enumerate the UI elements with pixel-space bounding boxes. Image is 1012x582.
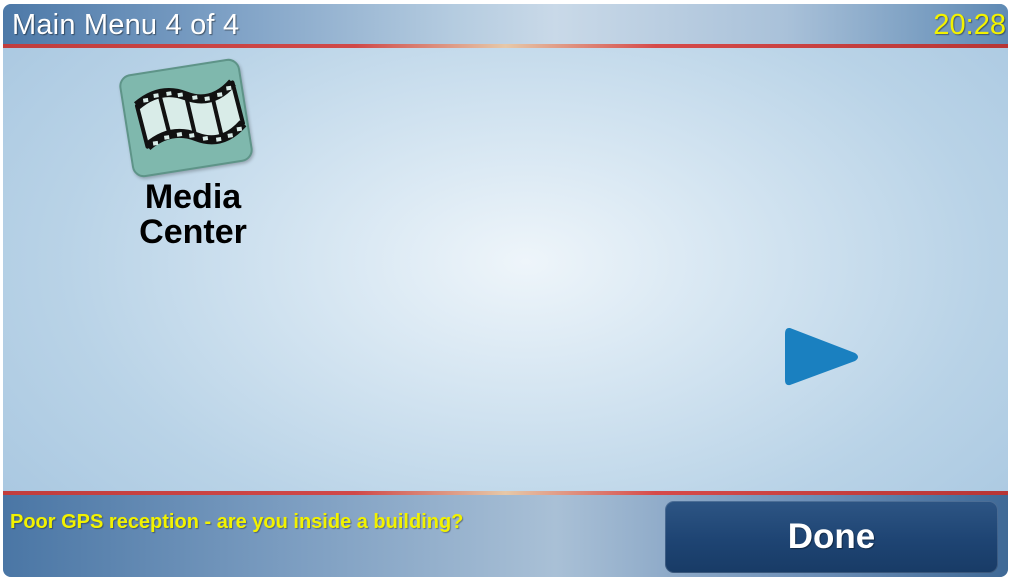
- menu-item-media-center[interactable]: Media Center: [117, 57, 269, 265]
- film-strip-icon: [134, 79, 247, 151]
- done-button[interactable]: Done: [665, 501, 998, 573]
- menu-item-label: Media Center: [139, 178, 247, 251]
- header-bar: Main Menu 4 of 4 20:28: [3, 4, 1008, 44]
- arrow-right-icon[interactable]: [781, 322, 861, 392]
- gps-status-message: Poor GPS reception - are you inside a bu…: [10, 511, 464, 533]
- clock: 20:28: [933, 9, 1006, 41]
- done-button-label: Done: [787, 517, 876, 556]
- menu-title: Main Menu 4 of 4: [12, 9, 240, 41]
- footer-bar: Poor GPS reception - are you inside a bu…: [3, 495, 1008, 577]
- device-screen: Main Menu 4 of 4 20:28 Media Center Poor…: [3, 4, 1008, 577]
- header-divider: [3, 44, 1008, 48]
